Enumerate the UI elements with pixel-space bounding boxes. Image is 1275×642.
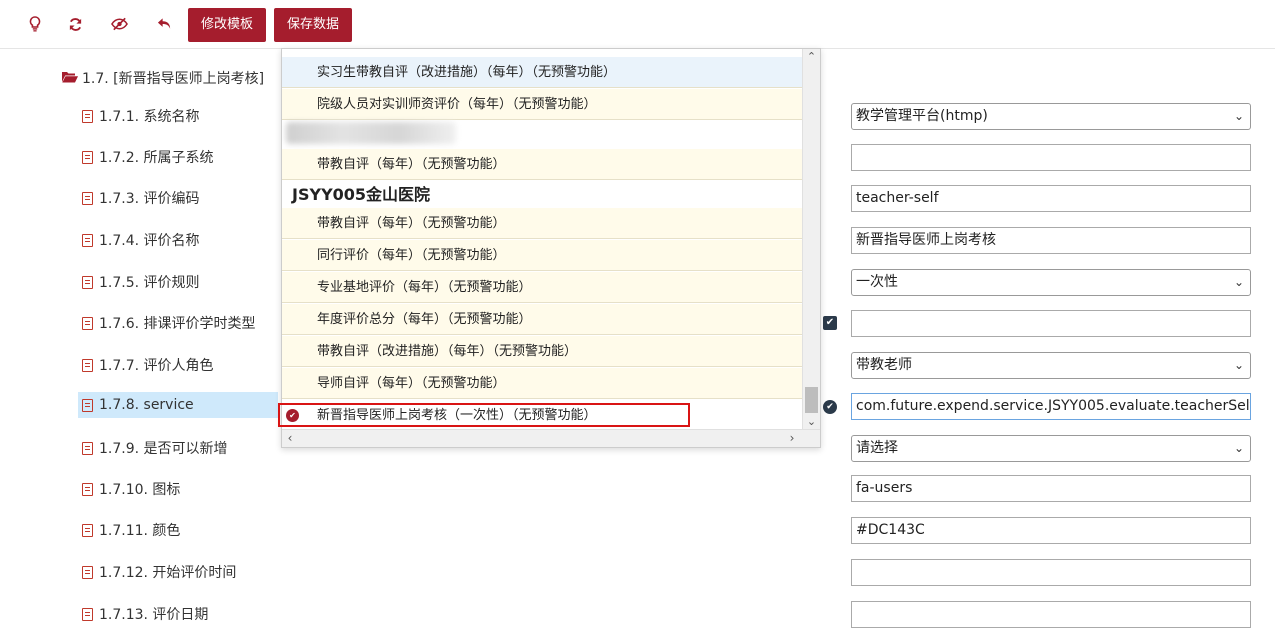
chevron-down-icon: ⌄ [1233,358,1244,372]
system-name-select[interactable]: 教学管理平台(htmp) ⌄ [851,103,1251,130]
vertical-scrollbar[interactable]: ⌃ ⌄ [802,49,820,430]
chevron-right-icon[interactable]: › [784,430,800,447]
dropdown-option[interactable]: 年度评价总分（每年）（无预警功能） [282,304,802,335]
eval-date-input[interactable] [851,601,1251,628]
tree-item[interactable]: 1.7.5. 评价规则 [78,269,278,295]
file-pdf-icon [82,398,93,412]
tree-item[interactable]: 1.7.7. 评价人角色 [78,352,278,378]
tree-item[interactable]: 1.7.1. 系统名称 [78,103,278,129]
file-pdf-icon [82,482,93,496]
tree-item-label: 1.7.12. 开始评价时间 [99,565,237,581]
chevron-down-icon: ⌄ [1233,275,1244,289]
check-circle-icon[interactable]: ✔ [823,400,837,414]
tree-item-label: 1.7.8. service [99,397,194,413]
chevron-up-icon[interactable]: ⌃ [803,49,820,65]
dropdown-option[interactable]: 实习生带教自评（改进措施）（每年）（无预警功能） [282,57,802,88]
tree-item-label: 1.7.2. 所属子系统 [99,150,214,166]
tree-item-label: 1.7.6. 排课评价学时类型 [99,316,256,332]
can-add-select[interactable]: 请选择 ⌄ [851,435,1251,462]
save-data-button[interactable]: 保存数据 [274,8,353,42]
dropdown-option[interactable]: 院级人员对实训师资评价（每年）（无预警功能） [282,89,802,120]
edit-template-button[interactable]: 修改模板 [188,8,267,42]
tree-item[interactable]: 1.7.11. 颜色 [78,517,278,543]
dropdown-option[interactable]: 专业基地评价（每年）（无预警功能） [282,272,802,303]
tree-item-label: 1.7.10. 图标 [99,482,181,498]
service-dropdown-list[interactable]: 实习生带教自评（改进措施）（每年）（无预警功能） 院级人员对实训师资评价（每年）… [281,48,821,448]
tree-item[interactable]: 1.7.8. service [78,392,278,418]
file-pdf-icon [82,191,93,205]
refresh-icon[interactable] [65,14,85,34]
class-hour-type-input[interactable] [851,310,1251,337]
dropdown-option[interactable]: 带教自评（每年）（无预警功能） [282,149,802,180]
lightbulb-icon[interactable] [25,14,45,34]
chevron-down-icon: ⌄ [1233,441,1244,455]
eval-rule-value: 一次性 [856,274,898,290]
tree-item-label: 1.7.3. 评价编码 [99,191,200,207]
chevron-down-icon[interactable]: ⌄ [803,414,820,430]
tree-item-label: 1.7.9. 是否可以新增 [99,441,228,457]
file-pdf-icon [82,441,93,455]
start-time-input[interactable] [851,559,1251,586]
file-pdf-icon [82,358,93,372]
dropdown-option[interactable]: 带教自评（每年）（无预警功能） [282,208,802,239]
file-pdf-icon [82,565,93,579]
tree-item-label: 1.7.4. 评价名称 [99,233,200,249]
file-pdf-icon [82,109,93,123]
dropdown-option[interactable]: 导师自评（每年）（无预警功能） [282,368,802,399]
chevron-left-icon[interactable]: ‹ [282,430,298,447]
tree-item[interactable]: 1.7.6. 排课评价学时类型 [78,310,278,336]
check-square-icon[interactable]: ✔ [823,316,837,330]
subsystem-input[interactable] [851,144,1251,171]
file-pdf-icon [82,607,93,621]
system-name-value: 教学管理平台(htmp) [856,108,988,124]
tree-item-label: 1.7.5. 评价规则 [99,275,200,291]
toolbar: 修改模板 保存数据 [0,0,1275,49]
service-input[interactable]: com.future.expend.service.JSYY005.evalua… [851,393,1251,420]
eye-slash-icon[interactable] [109,14,129,34]
tree-item[interactable]: 1.7.10. 图标 [78,476,278,502]
tree-item[interactable]: 1.7.2. 所属子系统 [78,144,278,170]
file-pdf-icon [82,150,93,164]
can-add-value: 请选择 [856,440,898,456]
evaluator-role-select[interactable]: 带教老师 ⌄ [851,352,1251,379]
horizontal-scrollbar[interactable]: ‹ › [282,429,820,447]
evaluator-role-value: 带教老师 [856,357,912,373]
undo-icon[interactable] [154,14,174,34]
tree-item-label: 1.7.7. 评价人角色 [99,358,214,374]
file-pdf-icon [82,316,93,330]
eval-rule-select[interactable]: 一次性 ⌄ [851,269,1251,296]
tree-item-label: 1.7.13. 评价日期 [99,607,209,623]
folder-open-icon [62,69,78,87]
color-input[interactable]: #DC143C [851,517,1251,544]
file-pdf-icon [82,275,93,289]
tree-item[interactable]: 1.7.12. 开始评价时间 [78,559,278,585]
tree-item[interactable]: 1.7.3. 评价编码 [78,185,278,211]
dropdown-group-label: JSYY005金山医院 [282,181,802,209]
tree-item-label: 1.7.1. 系统名称 [99,109,200,125]
chevron-down-icon: ⌄ [1233,109,1244,123]
tree-item[interactable]: 1.7.4. 评价名称 [78,227,278,253]
tree-parent-label: 1.7. [新晋指导医师上岗考核] [82,71,265,87]
dropdown-option[interactable]: 带教自评（改进措施）（每年）（无预警功能） [282,336,802,367]
file-pdf-icon [82,233,93,247]
tree-item[interactable]: 1.7.13. 评价日期 [78,601,278,627]
eval-code-input[interactable]: teacher-self [851,185,1251,212]
tree-item[interactable]: 1.7.9. 是否可以新增 [78,435,278,461]
scrollbar-thumb[interactable] [805,387,818,413]
dropdown-option[interactable]: 同行评价（每年）（无预警功能） [282,240,802,271]
blurred-group-label [286,122,456,144]
tree-item-label: 1.7.11. 颜色 [99,523,181,539]
highlight-annotation-box [278,403,690,427]
file-pdf-icon [82,523,93,537]
tree-parent-node[interactable]: 1.7. [新晋指导医师上岗考核] [62,68,264,88]
icon-input[interactable]: fa-users [851,475,1251,502]
eval-name-input[interactable]: 新晋指导医师上岗考核 [851,227,1251,254]
